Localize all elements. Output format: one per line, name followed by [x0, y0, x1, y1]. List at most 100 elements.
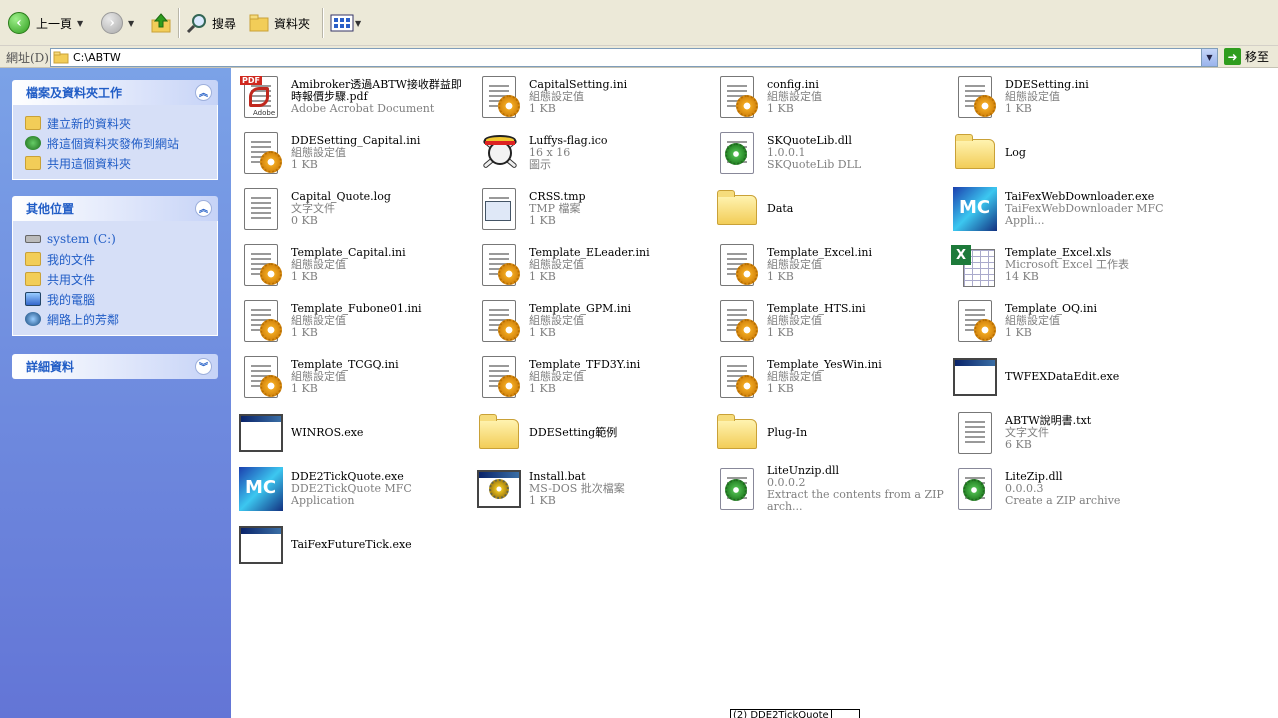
file-meta: Plug-In — [767, 427, 807, 439]
file-detail: Create a ZIP archive — [1005, 494, 1121, 507]
file-item[interactable]: CRSS.tmp TMP 檔案 1 KB — [471, 182, 709, 236]
address-input[interactable]: C:\ABTW ▼ — [50, 48, 1218, 67]
place-my-documents[interactable]: 我的文件 — [25, 249, 217, 269]
expand-chevron-icon[interactable]: ︾ — [195, 358, 212, 375]
task-new-folder[interactable]: 建立新的資料夾 — [25, 113, 217, 133]
file-item[interactable]: MC TaiFexWebDownloader.exe TaiFexWebDownlo… — [947, 182, 1185, 236]
file-item[interactable]: Template_Capital.ini 組態設定值 1 KB — [233, 238, 471, 292]
go-button[interactable]: ➜ 移至 — [1224, 48, 1269, 65]
dll-file-icon — [951, 465, 999, 513]
tmp-file-icon — [475, 185, 523, 233]
place-system-drive[interactable]: system (C:) — [25, 229, 217, 249]
file-item[interactable]: Data — [709, 182, 947, 236]
task-label: 將這個資料夾發佈到網站 — [47, 136, 180, 151]
collapse-chevron-icon[interactable]: ︽ — [195, 200, 212, 217]
file-name: Log — [1005, 146, 1026, 159]
file-tasks-title: 檔案及資料夾工作 — [26, 86, 123, 100]
file-item[interactable]: DDESetting.ini 組態設定值 1 KB — [947, 70, 1185, 124]
details-header[interactable]: 詳細資料 ︾ — [12, 354, 218, 379]
config-file-icon — [475, 73, 523, 121]
file-item[interactable]: CapitalSetting.ini 組態設定值 1 KB — [471, 70, 709, 124]
file-detail: 1 KB — [767, 382, 794, 395]
task-publish-web[interactable]: 將這個資料夾發佈到網站 — [25, 133, 217, 153]
forward-button[interactable]: › ▼ — [101, 8, 134, 38]
file-item[interactable]: DDESetting範例 — [471, 406, 709, 460]
text-file-icon — [951, 409, 999, 457]
file-item[interactable]: MC DDE2TickQuote.exe DDE2TickQuote MFC App… — [233, 462, 471, 516]
file-item[interactable]: SKQuoteLib.dll 1.0.0.1 SKQuoteLib DLL — [709, 126, 947, 180]
collapse-chevron-icon[interactable]: ︽ — [195, 84, 212, 101]
file-item[interactable]: Template_TCGQ.ini 組態設定值 1 KB — [233, 350, 471, 404]
file-item[interactable]: Template_GPM.ini 組態設定值 1 KB — [471, 294, 709, 348]
file-item[interactable]: config.ini 組態設定值 1 KB — [709, 70, 947, 124]
file-meta: TaiFexWebDownloader.exe TaiFexWebDownload… — [1005, 191, 1185, 227]
file-meta: Data — [767, 203, 793, 215]
dll-file-icon — [713, 129, 761, 177]
file-item[interactable]: PDF Adobe Amibroker透過ABTW接收群益即時報價步驟.pdf Ado… — [233, 70, 471, 124]
file-tasks-panel: 檔案及資料夾工作 ︽ 建立新的資料夾 將這個資料夾發佈到網站 共用這個資料夾 — [12, 80, 218, 180]
folders-icon — [249, 14, 269, 32]
other-places-header[interactable]: 其他位置 ︽ — [12, 196, 218, 221]
place-shared-documents[interactable]: 共用文件 — [25, 269, 217, 289]
file-item[interactable]: TWFEXDataEdit.exe — [947, 350, 1185, 404]
file-meta: Template_YesWin.ini 組態設定值 1 KB — [767, 359, 882, 395]
drive-icon — [25, 235, 41, 243]
task-share-folder[interactable]: 共用這個資料夾 — [25, 153, 217, 173]
address-dropdown-icon[interactable]: ▼ — [1201, 49, 1217, 66]
file-meta: DDESetting_Capital.ini 組態設定值 1 KB — [291, 135, 420, 171]
file-name: Amibroker透過ABTW接收群益即時報價步驟.pdf — [291, 78, 462, 103]
skull-flag-icon — [475, 129, 523, 177]
file-item[interactable]: Template_Fubone01.ini 組態設定值 1 KB — [233, 294, 471, 348]
details-panel: 詳細資料 ︾ — [12, 354, 218, 379]
back-button[interactable]: ‹ 上一頁 ▼ — [8, 8, 83, 38]
file-meta: LiteUnzip.dll 0.0.0.2 Extract the contents… — [767, 465, 947, 513]
file-item[interactable]: LiteUnzip.dll 0.0.0.2 Extract the contents… — [709, 462, 947, 516]
views-button[interactable]: ▼ — [330, 8, 361, 38]
search-button[interactable]: 搜尋 — [186, 8, 236, 38]
file-meta: CRSS.tmp TMP 檔案 1 KB — [529, 191, 586, 227]
file-item[interactable]: DDESetting_Capital.ini 組態設定值 1 KB — [233, 126, 471, 180]
file-item[interactable]: WINROS.exe — [233, 406, 471, 460]
file-item[interactable]: Template_Excel.ini 組態設定值 1 KB — [709, 238, 947, 292]
file-item[interactable]: ABTW說明書.txt 文字文件 6 KB — [947, 406, 1185, 460]
file-item[interactable]: Template_HTS.ini 組態設定值 1 KB — [709, 294, 947, 348]
file-detail: 1 KB — [1005, 102, 1032, 115]
place-my-computer[interactable]: 我的電腦 — [25, 289, 217, 309]
address-bar: 網址(D) C:\ABTW ▼ ➜ 移至 — [0, 46, 1278, 68]
file-item[interactable]: Template_TFD3Y.ini 組態設定值 1 KB — [471, 350, 709, 404]
file-detail: 1 KB — [529, 382, 556, 395]
file-detail: 1 KB — [529, 494, 556, 507]
file-meta: DDESetting.ini 組態設定值 1 KB — [1005, 79, 1089, 115]
forward-dropdown-icon[interactable]: ▼ — [128, 19, 134, 28]
file-tasks-header[interactable]: 檔案及資料夾工作 ︽ — [12, 80, 218, 105]
task-label: 共用這個資料夾 — [47, 156, 132, 171]
file-name: WINROS.exe — [291, 426, 364, 439]
file-item[interactable]: Install.bat MS-DOS 批次檔案 1 KB — [471, 462, 709, 516]
place-network[interactable]: 網路上的芳鄰 — [25, 309, 217, 329]
text-file-icon — [237, 185, 285, 233]
file-name: Data — [767, 202, 794, 215]
file-name: TWFEXDataEdit.exe — [1005, 370, 1120, 383]
back-label: 上一頁 — [36, 16, 73, 31]
file-item[interactable]: Template_OQ.ini 組態設定值 1 KB — [947, 294, 1185, 348]
config-file-icon — [951, 297, 999, 345]
file-item[interactable]: Template_ELeader.ini 組態設定值 1 KB — [471, 238, 709, 292]
forward-arrow-icon: › — [101, 12, 123, 34]
folder-icon — [713, 409, 761, 457]
up-folder-button[interactable] — [150, 8, 172, 38]
file-item[interactable]: LiteZip.dll 0.0.0.3 Create a ZIP archive — [947, 462, 1185, 516]
file-name: Plug-In — [767, 426, 808, 439]
file-item[interactable]: X Template_Excel.xls Microsoft Excel 工作表 14… — [947, 238, 1185, 292]
config-file-icon — [237, 297, 285, 345]
back-dropdown-icon[interactable]: ▼ — [77, 19, 83, 28]
toolbar: ‹ 上一頁 ▼ › ▼ 搜尋 資料夾 ▼ — [0, 0, 1278, 46]
file-item[interactable]: Plug-In — [709, 406, 947, 460]
file-item[interactable]: Capital_Quote.log 文字文件 0 KB — [233, 182, 471, 236]
file-item[interactable]: TaiFexFutureTick.exe — [233, 518, 471, 572]
file-detail: 6 KB — [1005, 438, 1032, 451]
folders-button[interactable]: 資料夾 — [248, 8, 310, 38]
file-item[interactable]: Template_YesWin.ini 組態設定值 1 KB — [709, 350, 947, 404]
file-detail: 1 KB — [767, 326, 794, 339]
file-item[interactable]: Luffys-flag.ico 16 x 16 圖示 — [471, 126, 709, 180]
file-item[interactable]: Log — [947, 126, 1185, 180]
